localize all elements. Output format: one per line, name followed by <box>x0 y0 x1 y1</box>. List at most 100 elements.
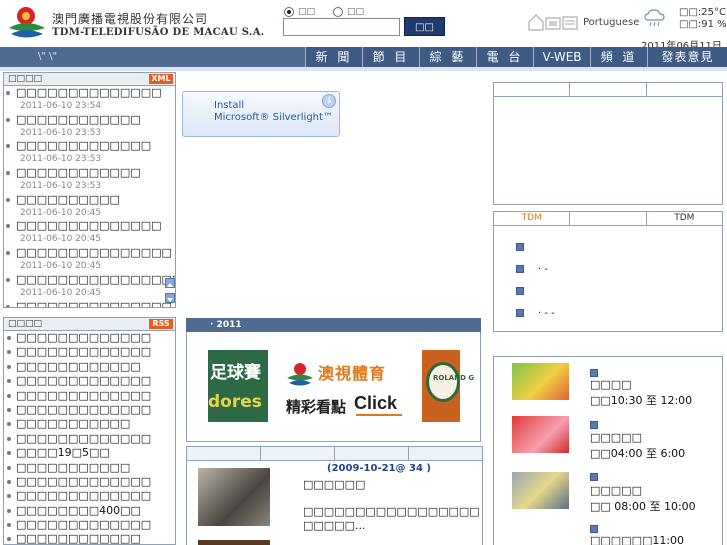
rss-item-title[interactable]: □□□□□□□□□□□□ <box>16 360 175 374</box>
news-item-title[interactable]: □□□□□□□□□□□□ <box>16 113 175 127</box>
rss-list-item[interactable]: □□□□□□□□□□□□□ <box>4 389 175 403</box>
xml-feed-badge[interactable]: XML <box>149 74 173 84</box>
nav-item-channels[interactable]: 頻 道 <box>590 47 647 67</box>
download-icon: ↓ <box>322 94 336 108</box>
news-list-item[interactable]: □□□□□□□□□□□□ 2011-06-10 23:53 <box>4 166 175 193</box>
rss-feed-badge[interactable]: RSS <box>149 319 173 329</box>
rss-list-item[interactable]: □□□□□□□□□□□□□ <box>4 489 175 503</box>
rss-item-title[interactable]: □□□□□□□□□□□□□ <box>16 518 175 532</box>
rss-item-title[interactable]: □□□□□□□□□□□□□ <box>16 489 175 503</box>
program-thumbnail[interactable] <box>512 472 569 509</box>
tdm-tab-2[interactable] <box>570 212 647 225</box>
program-name[interactable]: □□□□ <box>590 378 632 391</box>
tdm-logo[interactable] <box>6 4 48 42</box>
feature-tab-3[interactable] <box>335 447 409 460</box>
radio-unselected-icon[interactable] <box>333 7 343 17</box>
news-item-title[interactable]: □□□□□□□□□□□□□□□ <box>16 300 175 308</box>
feature-thumbnail[interactable] <box>198 468 270 526</box>
news-item-title[interactable]: □□□□□□□□□□□□□□□ <box>16 246 175 260</box>
portuguese-link[interactable]: Portuguese <box>583 17 639 28</box>
nav-item-news[interactable]: 新 聞 <box>305 47 362 67</box>
rss-item-title[interactable]: □□□□□□□□□□□□□ <box>16 331 175 345</box>
rss-list-item[interactable]: □□□□□□□□□□□□□ <box>4 518 175 532</box>
rss-list-item[interactable]: □□□□19□5□□ <box>4 446 175 460</box>
rss-list-item[interactable]: □□□□□□□□□□□ <box>4 417 175 431</box>
rss-list-item[interactable]: □□□□□□□□□□□□□ <box>4 475 175 489</box>
scroll-down-button[interactable] <box>165 293 175 303</box>
search-input[interactable] <box>283 18 400 36</box>
news-list-item[interactable]: □□□□□□□□□□□□□□□ 2011-06-10 20:45 <box>4 246 175 273</box>
rss-list-item[interactable]: □□□□□□□□400□□ <box>4 504 175 518</box>
sports-click-label[interactable]: Click <box>354 393 397 414</box>
program-thumbnail[interactable] <box>512 416 569 453</box>
rss-item-title[interactable]: □□□□□□□□400□□ <box>16 504 175 518</box>
news-item-title[interactable]: □□□□□□□□□□□□□□ <box>16 219 175 233</box>
news-list-item[interactable]: □□□□□□□□□□□□□□□ <box>4 300 175 308</box>
search-button[interactable]: □□ <box>404 17 445 36</box>
program-name[interactable]: □□□□□ <box>590 484 642 497</box>
tdm-list-item[interactable]: · - - <box>516 306 555 320</box>
rss-list-item[interactable]: □□□□□□□□□□□□ <box>4 532 175 544</box>
rss-list-item[interactable]: □□□□□□□□□□□□□ <box>4 331 175 345</box>
feature-tab-2[interactable] <box>261 447 335 460</box>
news-item-title[interactable]: □□□□□□□□□□□□□□□□ <box>16 273 175 287</box>
rss-list-item[interactable]: □□□□□□□□□□□□ <box>4 360 175 374</box>
right-top-tab-3[interactable] <box>647 83 722 96</box>
rss-item-title[interactable]: □□□□□□□□□□□ <box>16 461 175 475</box>
nav-item-entertainment[interactable]: 綜 藝 <box>419 47 476 67</box>
rss-list-item[interactable]: □□□□□□□□□□□□□ <box>4 345 175 359</box>
rss-item-title[interactable]: □□□□□□□□□□□□ <box>16 532 175 544</box>
news-list-item[interactable]: □□□□□□□□□□□□□ 2011-06-10 23:53 <box>4 139 175 166</box>
tdm-list-item[interactable]: · - <box>516 262 548 276</box>
rss-item-title[interactable]: □□□□□□□□□□□□□ <box>16 374 175 388</box>
program-name[interactable]: □□□□□□11:00 <box>590 534 684 545</box>
rss-item-title[interactable]: □□□□□□□□□□□□□ <box>16 403 175 417</box>
feature-title[interactable]: □□□□□□ <box>303 478 365 491</box>
nav-item-vweb[interactable]: V-WEB <box>533 47 590 67</box>
search-scope-option-2[interactable]: □□ <box>333 5 364 18</box>
sports-highlights-label[interactable]: 精彩看點 <box>286 396 346 417</box>
news-list-item[interactable]: □□□□□□□□□□ 2011-06-10 20:45 <box>4 193 175 220</box>
rss-list-item[interactable]: □□□□□□□□□□□□□ <box>4 432 175 446</box>
tdm-list-item[interactable] <box>516 240 538 254</box>
arrow-up-icon <box>167 283 173 287</box>
news-item-title[interactable]: □□□□□□□□□□ <box>16 193 175 207</box>
rss-list-item[interactable]: □□□□□□□□□□□□□ <box>4 374 175 388</box>
nav-item-radio[interactable]: 電 台 <box>476 47 533 67</box>
tdm-list-item[interactable] <box>516 284 538 298</box>
news-item-title[interactable]: □□□□□□□□□□□□□ <box>16 139 175 153</box>
program-thumbnail[interactable] <box>512 363 569 400</box>
rss-item-title[interactable]: □□□□19□5□□ <box>16 446 175 460</box>
tdm-tab-3[interactable]: TDM <box>647 212 722 225</box>
rss-list-item[interactable]: □□□□□□□□□□□□□ <box>4 403 175 417</box>
sports-banner-title[interactable]: 澳視體育 <box>318 360 386 384</box>
news-item-title[interactable]: □□□□□□□□□□□□ <box>16 166 175 180</box>
program-name[interactable]: □□□□□ <box>590 431 642 444</box>
feature-tab-4[interactable] <box>409 447 482 460</box>
home-icon[interactable] <box>527 12 579 32</box>
rss-item-title[interactable]: □□□□□□□□□□□□□ <box>16 389 175 403</box>
news-list-item[interactable]: □□□□□□□□□□□□□□ 2011-06-10 20:45 <box>4 219 175 246</box>
rss-item-title[interactable]: □□□□□□□□□□□□□ <box>16 475 175 489</box>
feature-summary-more[interactable]: □□□□□... <box>303 519 365 532</box>
news-item-title[interactable]: □□□□□□□□□□□□□□ <box>16 86 175 100</box>
nav-item-feedback[interactable]: 發表意見 <box>647 47 727 67</box>
rss-item-title[interactable]: □□□□□□□□□□□ <box>16 417 175 431</box>
rss-item-title[interactable]: □□□□□□□□□□□□□ <box>16 432 175 446</box>
right-top-tab-2[interactable] <box>570 83 647 96</box>
right-top-tab-1[interactable] <box>494 83 571 96</box>
feature-thumbnail-2[interactable] <box>198 540 270 545</box>
scroll-up-button[interactable] <box>165 278 175 288</box>
feature-tab-1[interactable] <box>187 447 261 460</box>
news-list-item[interactable]: □□□□□□□□□□□□ 2011-06-10 23:53 <box>4 113 175 140</box>
radio-selected-icon[interactable] <box>284 7 294 17</box>
news-list-item[interactable]: □□□□□□□□□□□□□□ 2011-06-10 23:54 <box>4 86 175 113</box>
rss-list-item[interactable]: □□□□□□□□□□□ <box>4 461 175 475</box>
rss-item-title[interactable]: □□□□□□□□□□□□□ <box>16 345 175 359</box>
news-list-item[interactable]: □□□□□□□□□□□□□□□□ 2011-06-10 20:45 <box>4 273 175 300</box>
rss-panel-title: □□□□ <box>8 319 43 329</box>
tdm-tab-1[interactable]: TDM <box>494 212 571 225</box>
nav-left-strip: \" \" <box>0 47 305 67</box>
search-scope-option-1[interactable]: □□ <box>284 5 315 18</box>
nav-item-programs[interactable]: 節 目 <box>362 47 419 67</box>
